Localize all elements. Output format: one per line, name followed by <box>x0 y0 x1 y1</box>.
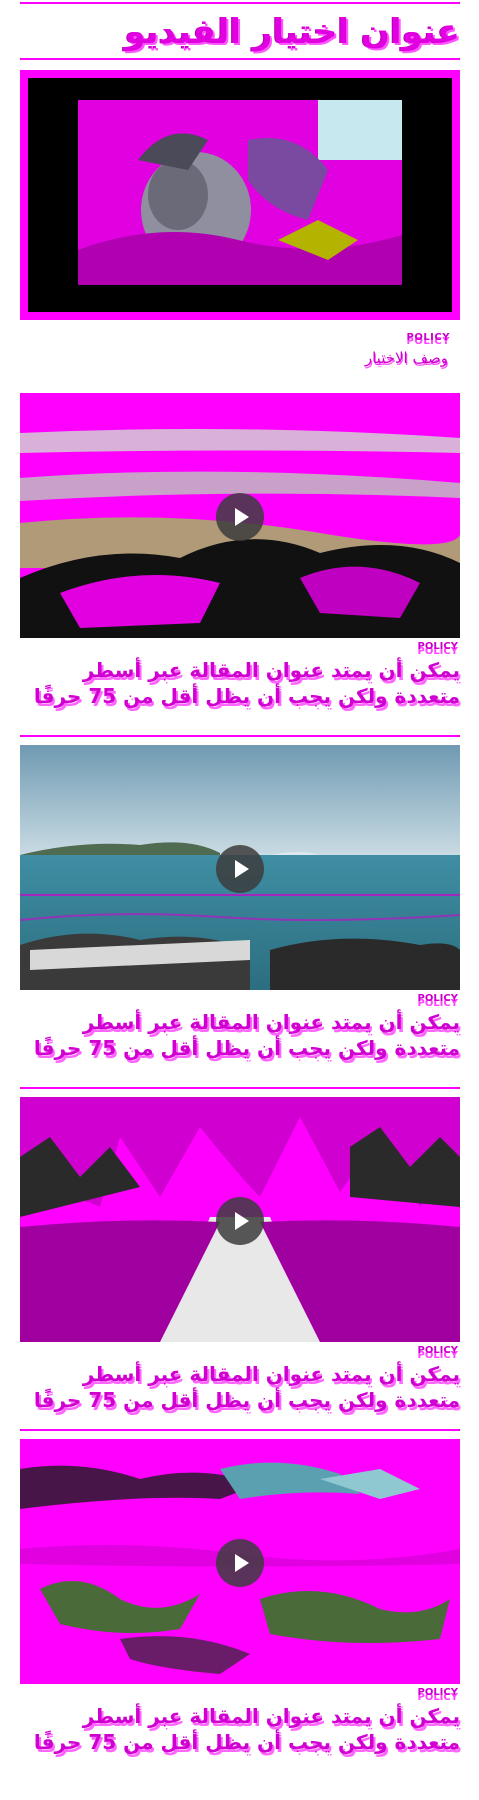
featured-category-tag: POLICY <box>406 332 450 343</box>
section-divider <box>20 1429 460 1431</box>
play-icon[interactable] <box>216 1539 264 1587</box>
video-card[interactable]: POLICY يمكن أن يمتد عنوان المقالة عبر أس… <box>20 393 460 708</box>
category-tag: POLICY <box>417 993 458 1004</box>
video-thumbnail[interactable] <box>20 1439 460 1684</box>
video-card[interactable]: POLICY يمكن أن يمتد عنوان المقالة عبر أس… <box>20 745 460 1060</box>
category-tag: POLICY <box>417 1345 458 1356</box>
featured-description: وصف الاختيار <box>364 349 448 367</box>
featured-video-thumbnail <box>78 100 402 285</box>
title-divider <box>20 58 460 60</box>
category-tag: POLICY <box>417 1687 458 1698</box>
page-title: عنوان اختيار الفيديو <box>124 12 460 52</box>
article-headline[interactable]: يمكن أن يمتد عنوان المقالة عبر أسطر متعد… <box>20 1703 460 1755</box>
play-icon[interactable] <box>216 493 264 541</box>
article-headline[interactable]: يمكن أن يمتد عنوان المقالة عبر أسطر متعد… <box>20 657 460 709</box>
video-selection-module: عنوان اختيار الفيديو POLICY وصف الاختيار <box>20 0 460 1800</box>
video-card[interactable]: POLICY يمكن أن يمتد عنوان المقالة عبر أس… <box>20 1439 460 1754</box>
category-tag: POLICY <box>417 641 458 652</box>
section-divider <box>20 735 460 737</box>
video-card[interactable]: POLICY يمكن أن يمتد عنوان المقالة عبر أس… <box>20 1097 460 1412</box>
video-thumbnail[interactable] <box>20 1097 460 1342</box>
article-headline[interactable]: يمكن أن يمتد عنوان المقالة عبر أسطر متعد… <box>20 1009 460 1061</box>
article-headline[interactable]: يمكن أن يمتد عنوان المقالة عبر أسطر متعد… <box>20 1361 460 1413</box>
play-icon[interactable] <box>216 845 264 893</box>
top-divider <box>20 2 460 4</box>
featured-video-player[interactable] <box>28 78 452 312</box>
featured-video[interactable] <box>20 70 460 320</box>
section-divider <box>20 1087 460 1089</box>
video-thumbnail[interactable] <box>20 745 460 990</box>
play-icon[interactable] <box>216 1197 264 1245</box>
video-thumbnail[interactable] <box>20 393 460 638</box>
